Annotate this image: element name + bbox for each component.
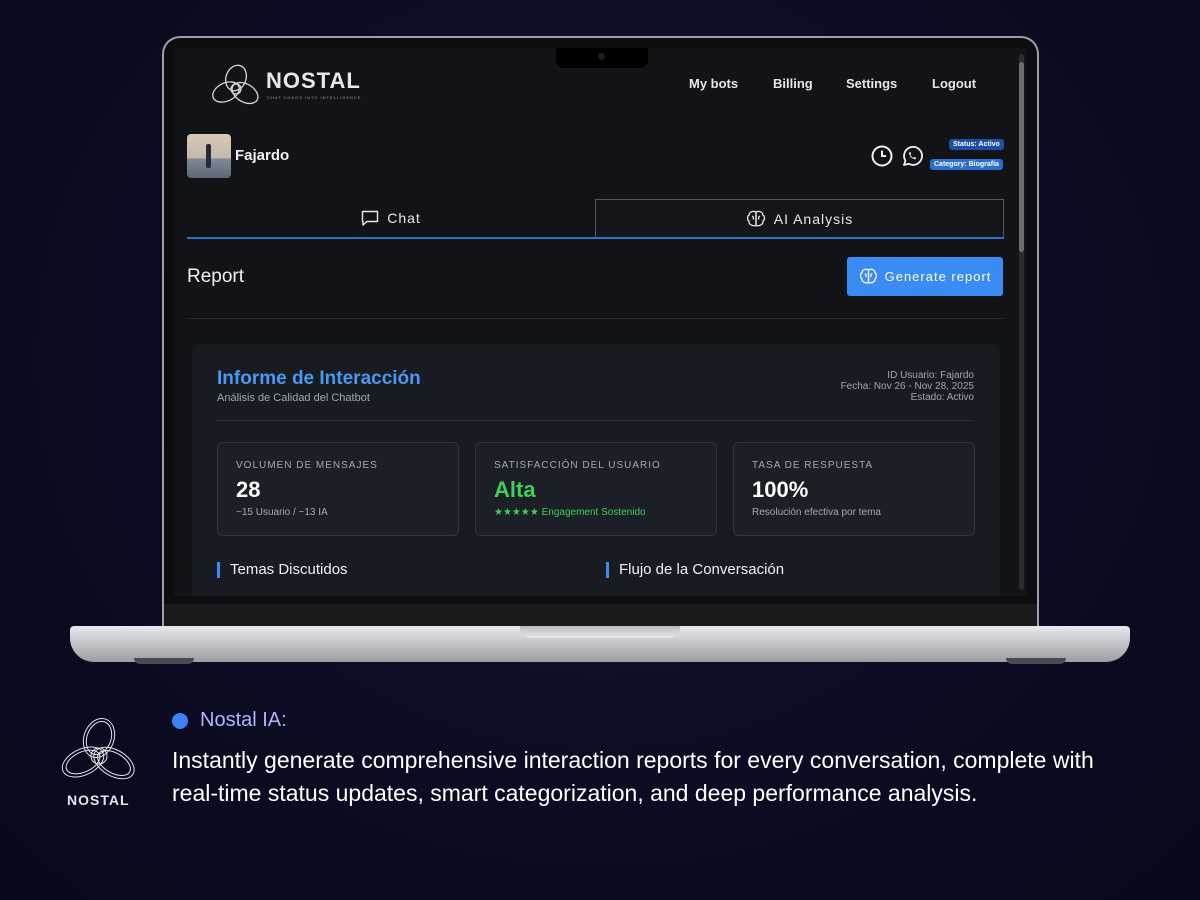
stat-label: SATISFACCIÓN DEL USUARIO	[494, 460, 661, 471]
tab-bar: Chat AI Analysis	[187, 199, 1004, 239]
tab-chat[interactable]: Chat	[187, 199, 595, 237]
camera-icon	[598, 53, 605, 60]
laptop-foot	[1006, 658, 1066, 664]
tab-ai-analysis-label: AI Analysis	[773, 210, 854, 227]
meta-date: Fecha: Nov 26 - Nov 28, 2025	[840, 381, 974, 392]
category-badge: Category: Biografía	[930, 159, 1003, 170]
app-screen: NOSTAL CHAT CHAOS INTO INTELLIGENCE My b…	[174, 48, 1027, 596]
camera-notch	[556, 48, 648, 68]
tab-ai-analysis[interactable]: AI Analysis	[595, 199, 1004, 237]
nav-logout[interactable]: Logout	[932, 76, 976, 91]
laptop-base	[70, 626, 1130, 662]
meta-user-id: ID Usuario: Fajardo	[887, 370, 974, 381]
laptop-opening-notch	[520, 626, 680, 638]
stat-value: 28	[236, 477, 261, 502]
report-title: Report	[187, 266, 245, 287]
report-card-subtitle: Análisis de Calidad del Chatbot	[217, 392, 370, 404]
generate-report-button[interactable]: Generate report	[847, 257, 1003, 296]
chat-bubble-icon	[362, 210, 379, 226]
stat-card-user-satisfaction: SATISFACCIÓN DEL USUARIO Alta ★★★★★ Enga…	[475, 442, 717, 536]
caption-text: Instantly generate comprehensive interac…	[172, 747, 1094, 806]
stat-note: Resolución efectiva por tema	[752, 507, 881, 518]
brain-icon	[859, 268, 877, 284]
stat-label: TASA DE RESPUESTA	[752, 460, 874, 471]
nostal-logo-icon	[61, 718, 135, 780]
laptop-foot	[134, 658, 194, 664]
stat-value: 100%	[752, 477, 809, 502]
section-topics-discussed: Temas Discutidos	[217, 562, 348, 578]
tab-chat-label: Chat	[387, 210, 421, 226]
interaction-report-card: Informe de Interacción Análisis de Calid…	[192, 344, 1000, 596]
nostal-logo-icon[interactable]	[210, 62, 262, 108]
clock-icon[interactable]	[870, 144, 894, 168]
brand-name: NOSTAL	[266, 68, 361, 93]
scrollbar-thumb[interactable]	[1019, 62, 1024, 252]
nav-my-bots[interactable]: My bots	[689, 76, 738, 91]
caption-title: Nostal IA:	[200, 709, 287, 731]
stat-card-response-rate: TASA DE RESPUESTA 100% Resolución efecti…	[733, 442, 975, 536]
report-card-title: Informe de Interacción	[217, 368, 421, 389]
generate-report-label: Generate report	[884, 269, 992, 284]
bot-name: Fajardo	[235, 147, 290, 164]
whatsapp-icon[interactable]	[900, 144, 924, 168]
logo-wordmark: NOSTAL	[67, 792, 130, 808]
nav-settings[interactable]: Settings	[846, 76, 897, 91]
stat-note: ★★★★★ Engagement Sostenido	[494, 507, 646, 518]
brand-tagline: CHAT CHAOS INTO INTELLIGENCE	[267, 95, 362, 100]
avatar	[187, 134, 231, 178]
status-badge: Status: Activo	[949, 139, 1004, 150]
stat-label: VOLUMEN DE MENSAJES	[236, 460, 378, 471]
stat-note: ~15 Usuario / ~13 IA	[236, 507, 328, 518]
nav-billing[interactable]: Billing	[773, 76, 813, 91]
stat-value: Alta	[494, 477, 536, 502]
stat-card-message-volume: VOLUMEN DE MENSAJES 28 ~15 Usuario / ~13…	[217, 442, 459, 536]
meta-state: Estado: Activo	[910, 392, 974, 403]
brain-icon	[746, 210, 765, 226]
divider	[217, 420, 974, 421]
bullet-dot	[172, 713, 188, 729]
scrollbar[interactable]	[1019, 54, 1024, 590]
divider	[187, 318, 1004, 319]
section-conversation-flow: Flujo de la Conversación	[606, 562, 784, 578]
laptop-bezel-bottom	[164, 604, 1037, 628]
laptop-lid: NOSTAL CHAT CHAOS INTO INTELLIGENCE My b…	[162, 36, 1039, 628]
report-meta: ID Usuario: Fajardo Fecha: Nov 26 - Nov …	[841, 370, 974, 403]
